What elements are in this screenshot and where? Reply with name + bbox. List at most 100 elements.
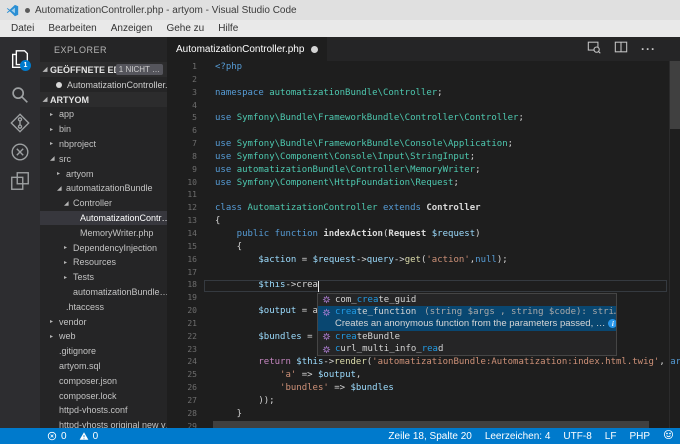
status-encoding[interactable]: UTF-8 — [563, 431, 591, 442]
code-line-13[interactable]: 13{ — [167, 215, 680, 228]
line-number: 8 — [167, 151, 197, 164]
tree-item-artyom[interactable]: ▸artyom — [40, 166, 167, 181]
code-line-17[interactable]: 17 — [167, 267, 680, 280]
status-cursor-position[interactable]: Zeile 18, Spalte 20 — [388, 431, 471, 442]
code-line-14[interactable]: 14 public function indexAction(Request $… — [167, 228, 680, 241]
tree-item-httpd-vhosts-original-new-v-[interactable]: httpd-vhosts original new v… — [40, 418, 167, 428]
unsaved-count-badge: 1 NICHT … — [116, 64, 163, 75]
debug-icon[interactable] — [0, 138, 40, 166]
code-line-15[interactable]: 15 { — [167, 241, 680, 254]
tree-item-httpd-vhosts-conf[interactable]: httpd-vhosts.conf — [40, 403, 167, 418]
line-text: $this->crea — [197, 279, 318, 292]
chevron-collapsed-icon: ▸ — [64, 244, 73, 251]
tree-item-automatizationcontr-[interactable]: AutomatizationContr… — [40, 211, 167, 226]
horizontal-scrollbar[interactable] — [213, 421, 649, 428]
tab-automatizationcontroller[interactable]: AutomatizationController.php — [167, 37, 327, 61]
open-editors-header[interactable]: ◢ GEÖFFNETE EDITOREN 1 NICHT … — [40, 62, 167, 77]
status-indentation[interactable]: Leerzeichen: 4 — [485, 431, 551, 442]
vertical-scrollbar[interactable] — [670, 61, 680, 129]
source-control-icon[interactable] — [0, 109, 40, 137]
code-line-7[interactable]: 7use Symfony\Bundle\FrameworkBundle\Cons… — [167, 138, 680, 151]
tree-item-memorywriter-php[interactable]: MemoryWriter.php — [40, 225, 167, 240]
menu-anzeigen[interactable]: Anzeigen — [104, 20, 160, 37]
info-icon[interactable]: i — [608, 319, 616, 328]
titlebar: AutomatizationController.php - artyom - … — [0, 0, 680, 20]
code-line-3[interactable]: 3namespace automatizationBundle\Controll… — [167, 87, 680, 100]
tree-item-label: Resources — [73, 257, 116, 267]
suggest-item-createBundle[interactable]: createBundle — [318, 331, 616, 343]
tree-item-app[interactable]: ▸app — [40, 107, 167, 122]
open-changes-icon[interactable] — [587, 40, 601, 59]
code-line-27[interactable]: 27 )); — [167, 395, 680, 408]
tree-item-label: automatizationBundle… — [73, 287, 167, 297]
menu-hilfe[interactable]: Hilfe — [211, 20, 245, 37]
code-line-24[interactable]: 24 return $this->render('automatizationB… — [167, 356, 680, 369]
tree-item-artyom-sql[interactable]: artyom.sql — [40, 359, 167, 374]
code-line-16[interactable]: 16 $action = $request->query->get('actio… — [167, 254, 680, 267]
tree-item-composer-lock[interactable]: composer.lock — [40, 388, 167, 403]
menu-datei[interactable]: Datei — [4, 20, 41, 37]
tree-item-vendor[interactable]: ▸vendor — [40, 314, 167, 329]
tree-item-automatizationbundle-[interactable]: automatizationBundle… — [40, 285, 167, 300]
tree-item-composer-json[interactable]: composer.json — [40, 373, 167, 388]
code-line-6[interactable]: 6 — [167, 125, 680, 138]
code-line-18[interactable]: 18 $this->crea — [167, 279, 680, 292]
line-number: 10 — [167, 177, 197, 190]
problems-status[interactable]: 0 0 — [0, 431, 98, 442]
tree-item--htaccess[interactable]: .htaccess — [40, 299, 167, 314]
tree-item-label: nbproject — [59, 139, 96, 149]
feedback-smiley-icon[interactable] — [663, 429, 674, 443]
line-number: 1 — [167, 61, 197, 74]
more-actions-icon[interactable]: ··· — [641, 42, 656, 56]
explorer-icon[interactable]: 1 — [0, 45, 40, 73]
tree-item-tests[interactable]: ▸Tests — [40, 270, 167, 285]
code-line-26[interactable]: 26 'bundles' => $bundles — [167, 382, 680, 395]
tree-item--gitignore[interactable]: .gitignore — [40, 344, 167, 359]
line-number: 4 — [167, 100, 197, 113]
menu-gehe-zu[interactable]: Gehe zu — [159, 20, 211, 37]
status-language[interactable]: PHP — [629, 431, 650, 442]
method-icon — [322, 332, 331, 341]
code-line-8[interactable]: 8use Symfony\Component\Console\Input\Str… — [167, 151, 680, 164]
tree-item-bin[interactable]: ▸bin — [40, 122, 167, 137]
code-line-12[interactable]: 12class AutomatizationController extends… — [167, 202, 680, 215]
extensions-icon[interactable] — [0, 167, 40, 195]
line-text — [197, 100, 215, 113]
line-text — [197, 344, 215, 357]
folder-section-header[interactable]: ◢ ARTYOM — [40, 92, 167, 107]
tree-item-automatizationbundle[interactable]: ◢automatizationBundle — [40, 181, 167, 196]
menu-bearbeiten[interactable]: Bearbeiten — [41, 20, 103, 37]
tree-item-resources[interactable]: ▸Resources — [40, 255, 167, 270]
code-line-10[interactable]: 10use Symfony\Component\HttpFoundation\R… — [167, 177, 680, 190]
tree-item-nbproject[interactable]: ▸nbproject — [40, 137, 167, 152]
open-editor-item[interactable]: AutomatizationController.p… — [40, 77, 167, 92]
tree-item-dependencyinjection[interactable]: ▸DependencyInjection — [40, 240, 167, 255]
line-text: { — [197, 215, 220, 228]
code-editor[interactable]: 1<?php23namespace automatizationBundle\C… — [167, 61, 680, 428]
code-line-4[interactable]: 4 — [167, 100, 680, 113]
sidebar-explorer: EXPLORER ◢ GEÖFFNETE EDITOREN 1 NICHT … … — [40, 37, 167, 428]
tree-item-src[interactable]: ◢src — [40, 151, 167, 166]
code-line-1[interactable]: 1<?php — [167, 61, 680, 74]
vertical-scrollbar-track — [669, 61, 680, 428]
code-line-25[interactable]: 25 'a' => $output, — [167, 369, 680, 382]
code-line-9[interactable]: 9use automatizationBundle\Controller\Mem… — [167, 164, 680, 177]
tree-item-web[interactable]: ▸web — [40, 329, 167, 344]
line-number: 12 — [167, 202, 197, 215]
code-line-28[interactable]: 28 } — [167, 408, 680, 421]
suggest-item-create_function[interactable]: create_function(string $args , string $c… — [318, 306, 616, 318]
code-line-5[interactable]: 5use Symfony\Bundle\FrameworkBundle\Cont… — [167, 112, 680, 125]
method-icon — [322, 295, 331, 304]
search-icon[interactable] — [0, 81, 40, 109]
main-area: 1 — [0, 37, 680, 428]
file-tree: ▸app▸bin▸nbproject◢src▸artyom◢automatiza… — [40, 107, 167, 428]
split-editor-icon[interactable] — [614, 40, 628, 59]
tree-item-controller[interactable]: ◢Controller — [40, 196, 167, 211]
line-text: 'a' => $output, — [197, 369, 361, 382]
status-eol[interactable]: LF — [605, 431, 617, 442]
code-line-2[interactable]: 2 — [167, 74, 680, 87]
suggest-item-curl_multi_info_read[interactable]: curl_multi_info_read — [318, 343, 616, 355]
suggest-item-com_create_guid[interactable]: com_create_guid — [318, 294, 616, 306]
code-line-11[interactable]: 11 — [167, 189, 680, 202]
activity-bar: 1 — [0, 37, 40, 428]
